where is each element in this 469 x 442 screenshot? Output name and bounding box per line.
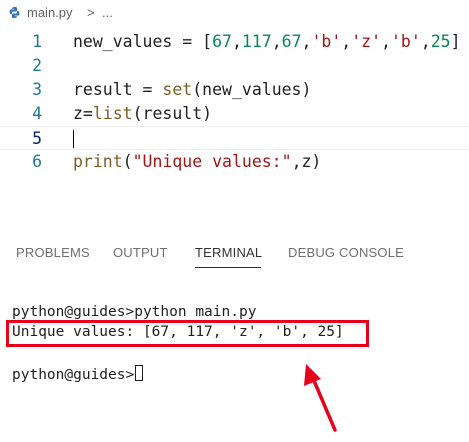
active-tab-indicator: [195, 267, 261, 268]
highlight-box: [6, 320, 369, 347]
line-number: 6: [32, 152, 42, 171]
code-line: 6 print("Unique values:",z): [0, 150, 469, 174]
terminal[interactable]: python@guides>python main.py Unique valu…: [0, 296, 469, 442]
code-line-current: 5: [0, 126, 469, 150]
code-line: 1 new_values = [67,117,67,'b','z','b',25…: [0, 30, 469, 54]
code-text: result = set(new_values): [73, 80, 312, 99]
line-number: 4: [32, 104, 42, 123]
tab-terminal[interactable]: TERMINAL: [195, 245, 262, 260]
text-cursor: [73, 130, 74, 148]
breadcrumb-file[interactable]: main.py: [27, 5, 73, 20]
code-text: print("Unique values:",z): [73, 152, 322, 171]
terminal-command-line: python@guides>python main.py: [12, 304, 257, 320]
vscode-window: main.py > ... 1 new_values = [67,117,67,…: [0, 0, 469, 442]
line-number: 1: [32, 32, 42, 51]
breadcrumb-more[interactable]: ...: [102, 5, 113, 20]
code-text: new_values = [67,117,67,'b','z','b',25]: [73, 32, 461, 51]
code-text: z=list(result): [73, 104, 213, 123]
tab-output[interactable]: OUTPUT: [113, 245, 168, 260]
terminal-prompt-line: python@guides>: [12, 365, 144, 383]
python-file-icon: [9, 6, 20, 19]
line-number: 2: [32, 56, 42, 75]
tab-problems[interactable]: PROBLEMS: [16, 245, 90, 260]
breadcrumb-separator: >: [87, 5, 95, 20]
line-number: 3: [32, 80, 42, 99]
code-line: 2: [0, 54, 469, 78]
terminal-prompt: python@guides>: [12, 367, 135, 383]
red-arrow-icon: [304, 364, 337, 432]
terminal-cursor: [135, 365, 144, 381]
panel-tab-bar: PROBLEMS OUTPUT TERMINAL DEBUG CONSOLE: [0, 238, 469, 268]
line-number: 5: [32, 129, 42, 148]
code-line: 4 z=list(result): [0, 102, 469, 126]
code-line: 3 result = set(new_values): [0, 78, 469, 102]
tab-debug-console[interactable]: DEBUG CONSOLE: [288, 245, 404, 260]
code-editor[interactable]: 1 new_values = [67,117,67,'b','z','b',25…: [0, 28, 469, 188]
breadcrumb: main.py > ...: [0, 0, 469, 26]
